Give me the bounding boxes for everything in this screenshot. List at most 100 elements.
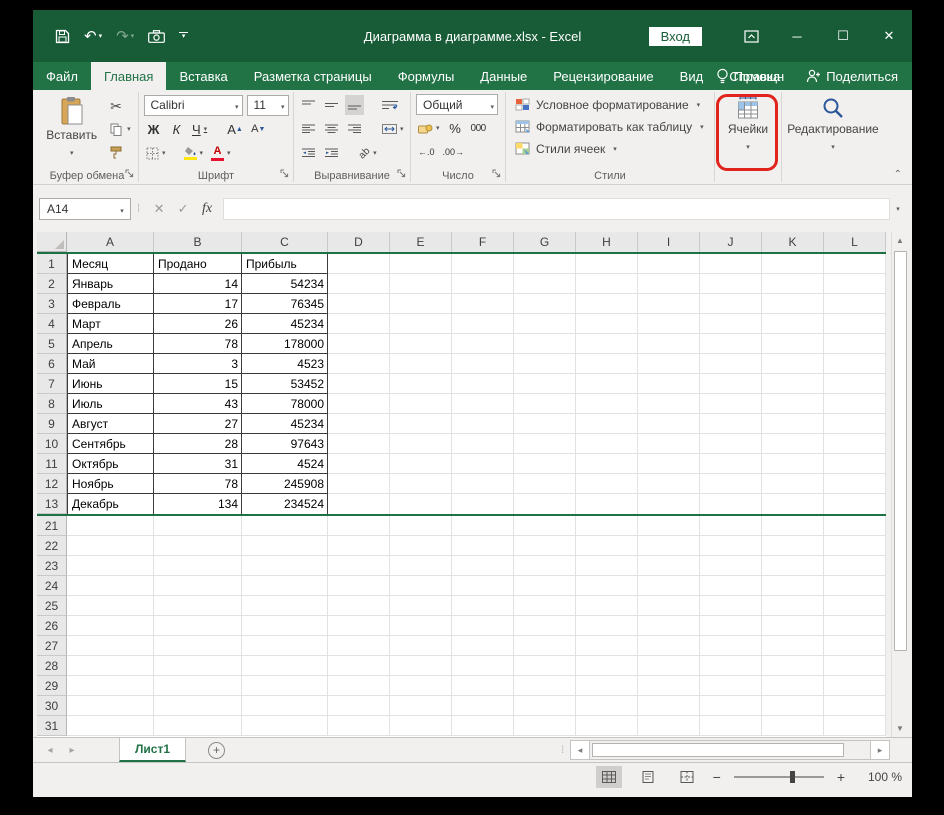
- cell-G22[interactable]: [514, 536, 576, 556]
- cell-F1[interactable]: [452, 254, 514, 274]
- tab-3[interactable]: Разметка страницы: [241, 62, 385, 90]
- cell-A25[interactable]: [67, 596, 154, 616]
- tab-2[interactable]: Вставка: [166, 62, 240, 90]
- row-header-29[interactable]: 29: [37, 676, 67, 696]
- cell-A12[interactable]: Ноябрь: [67, 474, 154, 494]
- cell-J12[interactable]: [700, 474, 762, 494]
- font-name-combo[interactable]: Calibri: [143, 94, 243, 116]
- cell-B7[interactable]: 15: [154, 374, 242, 394]
- cell-G11[interactable]: [514, 454, 576, 474]
- tab-6[interactable]: Рецензирование: [540, 62, 666, 90]
- cell-F28[interactable]: [452, 656, 514, 676]
- column-header-D[interactable]: D: [328, 232, 390, 252]
- cell-G12[interactable]: [514, 474, 576, 494]
- decrease-decimal-button[interactable]: .00→: [441, 142, 467, 162]
- number-dialog-launcher-icon[interactable]: [492, 169, 501, 181]
- cell-C21[interactable]: [242, 516, 328, 536]
- orientation-button[interactable]: ab: [357, 143, 379, 163]
- cell-F13[interactable]: [452, 494, 514, 514]
- cell-G26[interactable]: [514, 616, 576, 636]
- cell-K31[interactable]: [762, 716, 824, 736]
- cell-I12[interactable]: [638, 474, 700, 494]
- cell-L23[interactable]: [824, 556, 886, 576]
- cell-H29[interactable]: [576, 676, 638, 696]
- cell-B26[interactable]: [154, 616, 242, 636]
- cell-G8[interactable]: [514, 394, 576, 414]
- cell-B1[interactable]: Продано: [154, 254, 242, 274]
- cell-J7[interactable]: [700, 374, 762, 394]
- cell-J3[interactable]: [700, 294, 762, 314]
- number-format-combo[interactable]: Общий: [416, 94, 498, 115]
- alignment-dialog-launcher-icon[interactable]: [397, 169, 406, 181]
- zoom-out-button[interactable]: −: [713, 769, 721, 785]
- cell-H2[interactable]: [576, 274, 638, 294]
- insert-function-button[interactable]: fx: [195, 198, 219, 220]
- cell-E4[interactable]: [390, 314, 452, 334]
- align-middle-button[interactable]: [322, 95, 341, 115]
- cell-D29[interactable]: [328, 676, 390, 696]
- cell-A23[interactable]: [67, 556, 154, 576]
- cell-E1[interactable]: [390, 254, 452, 274]
- cell-A6[interactable]: Май: [67, 354, 154, 374]
- cell-G13[interactable]: [514, 494, 576, 514]
- maximize-button[interactable]: ☐: [820, 10, 866, 62]
- cell-E25[interactable]: [390, 596, 452, 616]
- cell-K25[interactable]: [762, 596, 824, 616]
- column-header-B[interactable]: B: [154, 232, 242, 252]
- cell-E12[interactable]: [390, 474, 452, 494]
- chevron-down-icon[interactable]: [831, 138, 835, 152]
- chevron-down-icon[interactable]: [746, 138, 750, 152]
- cell-C13[interactable]: 234524: [242, 494, 328, 514]
- cell-A22[interactable]: [67, 536, 154, 556]
- cell-A21[interactable]: [67, 516, 154, 536]
- chevron-down-icon[interactable]: ▾: [99, 33, 103, 40]
- cell-L30[interactable]: [824, 696, 886, 716]
- increase-indent-button[interactable]: [322, 143, 341, 163]
- cells-button[interactable]: Ячейки: [722, 94, 774, 167]
- italic-button[interactable]: К: [167, 119, 186, 139]
- cell-I13[interactable]: [638, 494, 700, 514]
- clipboard-dialog-launcher-icon[interactable]: [125, 169, 134, 181]
- cell-K24[interactable]: [762, 576, 824, 596]
- fill-color-button[interactable]: [182, 143, 206, 163]
- row-header-21[interactable]: 21: [37, 516, 67, 536]
- column-header-H[interactable]: H: [576, 232, 638, 252]
- cell-G27[interactable]: [514, 636, 576, 656]
- cell-B13[interactable]: 134: [154, 494, 242, 514]
- comma-style-button[interactable]: 000: [469, 118, 488, 138]
- cell-H8[interactable]: [576, 394, 638, 414]
- align-center-button[interactable]: [322, 119, 341, 139]
- cell-A24[interactable]: [67, 576, 154, 596]
- expand-formula-bar-icon[interactable]: [890, 198, 906, 220]
- collapse-ribbon-icon[interactable]: ⌃: [894, 169, 902, 180]
- cell-D26[interactable]: [328, 616, 390, 636]
- cell-D30[interactable]: [328, 696, 390, 716]
- cell-J28[interactable]: [700, 656, 762, 676]
- cell-J25[interactable]: [700, 596, 762, 616]
- row-header-1[interactable]: 1: [37, 254, 67, 274]
- row-header-30[interactable]: 30: [37, 696, 67, 716]
- cell-K23[interactable]: [762, 556, 824, 576]
- cell-K21[interactable]: [762, 516, 824, 536]
- cell-L13[interactable]: [824, 494, 886, 514]
- cell-L4[interactable]: [824, 314, 886, 334]
- cell-H7[interactable]: [576, 374, 638, 394]
- cell-A9[interactable]: Август: [67, 414, 154, 434]
- cell-J11[interactable]: [700, 454, 762, 474]
- decrease-indent-button[interactable]: [299, 143, 318, 163]
- cell-J24[interactable]: [700, 576, 762, 596]
- chevron-down-icon[interactable]: [70, 144, 74, 158]
- cell-C31[interactable]: [242, 716, 328, 736]
- cell-H26[interactable]: [576, 616, 638, 636]
- cell-H10[interactable]: [576, 434, 638, 454]
- cell-J5[interactable]: [700, 334, 762, 354]
- cell-F2[interactable]: [452, 274, 514, 294]
- cell-J4[interactable]: [700, 314, 762, 334]
- cell-D31[interactable]: [328, 716, 390, 736]
- cell-L31[interactable]: [824, 716, 886, 736]
- cell-B23[interactable]: [154, 556, 242, 576]
- row-header-9[interactable]: 9: [37, 414, 67, 434]
- cell-J8[interactable]: [700, 394, 762, 414]
- cell-H3[interactable]: [576, 294, 638, 314]
- cell-E26[interactable]: [390, 616, 452, 636]
